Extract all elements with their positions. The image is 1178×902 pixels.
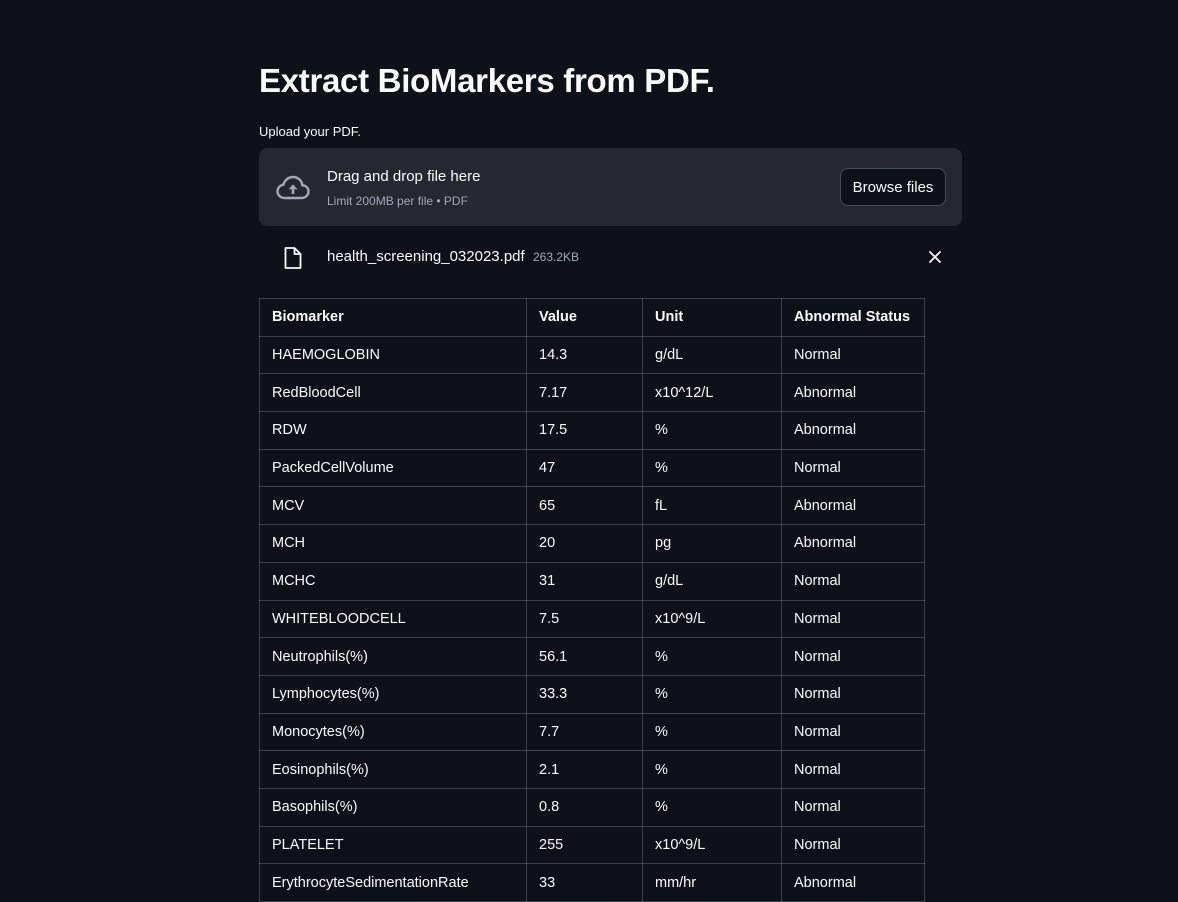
cell-biomarker: PackedCellVolume	[259, 448, 527, 488]
browse-files-button[interactable]: Browse files	[840, 168, 946, 206]
cell-unit: g/dL	[642, 561, 782, 601]
cell-biomarker: RDW	[259, 411, 527, 450]
cell-biomarker: PLATELET	[259, 825, 527, 865]
cell-status: Abnormal	[781, 411, 925, 450]
file-icon	[284, 247, 302, 269]
cell-value: 7.7	[526, 712, 643, 752]
file-dropzone[interactable]: Drag and drop file here Limit 200MB per …	[259, 148, 962, 226]
cell-status: Normal	[781, 674, 925, 714]
header-unit: Unit	[642, 298, 782, 337]
cell-unit: x10^9/L	[642, 599, 782, 639]
cell-value: 14.3	[526, 335, 643, 375]
cell-value: 0.8	[526, 787, 643, 827]
dropzone-title: Drag and drop file here	[327, 168, 481, 185]
table-row: Monocytes(%) 7.7% Normal	[259, 712, 925, 752]
cell-value: 33.3	[526, 674, 643, 714]
cell-unit: g/dL	[642, 335, 782, 375]
table-row: PackedCellVolume 47% Normal	[259, 448, 925, 488]
table-row: ErythrocyteSedimentationRate 33 mm/hr Abnor…	[259, 863, 925, 902]
table-row: RDW 17.5% Abnormal	[259, 411, 925, 450]
cell-unit: %	[642, 448, 782, 488]
cell-status: Normal	[781, 825, 925, 865]
cell-status: Abnormal	[781, 486, 925, 526]
cell-value: 47	[526, 448, 643, 488]
cell-status: Normal	[781, 335, 925, 375]
file-name: health_screening_032023.pdf	[327, 248, 525, 265]
cell-unit: fL	[642, 486, 782, 526]
cell-biomarker: WHITEBLOODCELL	[259, 599, 527, 639]
cell-status: Normal	[781, 599, 925, 639]
cell-unit: %	[642, 712, 782, 752]
cell-value: 2.1	[526, 750, 643, 789]
table-body: HAEMOGLOBIN 14.3 g/dL Normal RedBloodCell 7.1…	[259, 335, 925, 902]
cell-biomarker: Lymphocytes(%)	[259, 674, 527, 714]
cell-status: Normal	[781, 561, 925, 601]
table-row: RedBloodCell 7.17 x10^12/L Abnormal	[259, 373, 925, 413]
table-row: MCHC 31 g/dL Normal	[259, 561, 925, 601]
cell-biomarker: MCHC	[259, 561, 527, 601]
table-header-row: Biomarker Value Unit Abnormal Status	[259, 298, 925, 337]
cell-status: Abnormal	[781, 373, 925, 413]
cell-status: Normal	[781, 787, 925, 827]
cell-unit: %	[642, 750, 782, 789]
cell-biomarker: Eosinophils(%)	[259, 750, 527, 789]
cell-value: 7.5	[526, 599, 643, 639]
cell-biomarker: MCH	[259, 524, 527, 563]
cell-unit: %	[642, 411, 782, 450]
table-row: MCV 65 fL Abnormal	[259, 486, 925, 526]
table-row: MCH 20 pg Abnormal	[259, 524, 925, 563]
table-row: HAEMOGLOBIN 14.3 g/dL Normal	[259, 335, 925, 375]
cell-value: 65	[526, 486, 643, 526]
table-row: WHITEBLOODCELL 7.5 x10^9/L Normal	[259, 599, 925, 639]
table-row: Neutrophils(%) 56.1% Normal	[259, 637, 925, 676]
cell-value: 7.17	[526, 373, 643, 413]
cell-status: Normal	[781, 712, 925, 752]
cell-unit: x10^12/L	[642, 373, 782, 413]
upload-label: Upload your PDF.	[259, 124, 361, 139]
cell-unit: mm/hr	[642, 863, 782, 902]
cell-value: 255	[526, 825, 643, 865]
cell-status: Normal	[781, 750, 925, 789]
file-size: 263.2KB	[533, 250, 580, 264]
cell-value: 17.5	[526, 411, 643, 450]
cell-biomarker: ErythrocyteSedimentationRate	[259, 863, 527, 902]
dropzone-limit-text: Limit 200MB per file • PDF	[327, 194, 468, 208]
cell-status: Abnormal	[781, 524, 925, 563]
cell-biomarker: Monocytes(%)	[259, 712, 527, 752]
cell-status: Normal	[781, 448, 925, 488]
cell-unit: %	[642, 674, 782, 714]
cell-unit: x10^9/L	[642, 825, 782, 865]
cell-biomarker: MCV	[259, 486, 527, 526]
cell-biomarker: Neutrophils(%)	[259, 637, 527, 676]
biomarker-table: Biomarker Value Unit Abnormal Status HAE…	[259, 298, 925, 902]
uploaded-file-row: health_screening_032023.pdf 263.2KB	[259, 240, 962, 276]
cell-value: 31	[526, 561, 643, 601]
close-icon[interactable]	[926, 248, 944, 266]
cell-biomarker: RedBloodCell	[259, 373, 527, 413]
table-row: PLATELET 255 x10^9/L Normal	[259, 825, 925, 865]
header-abnormal-status: Abnormal Status	[781, 298, 925, 337]
table-row: Lymphocytes(%) 33.3% Normal	[259, 674, 925, 714]
cell-value: 33	[526, 863, 643, 902]
table-row: Basophils(%) 0.8% Normal	[259, 787, 925, 827]
cell-unit: %	[642, 637, 782, 676]
cell-value: 20	[526, 524, 643, 563]
cell-biomarker: HAEMOGLOBIN	[259, 335, 527, 375]
table-row: Eosinophils(%) 2.1% Normal	[259, 750, 925, 789]
cell-unit: pg	[642, 524, 782, 563]
cell-status: Normal	[781, 637, 925, 676]
header-biomarker: Biomarker	[259, 298, 527, 337]
page-title: Extract BioMarkers from PDF.	[259, 62, 715, 99]
cell-status: Abnormal	[781, 863, 925, 902]
cell-unit: %	[642, 787, 782, 827]
header-value: Value	[526, 298, 643, 337]
cell-biomarker: Basophils(%)	[259, 787, 527, 827]
cloud-upload-icon	[276, 175, 310, 200]
cell-value: 56.1	[526, 637, 643, 676]
